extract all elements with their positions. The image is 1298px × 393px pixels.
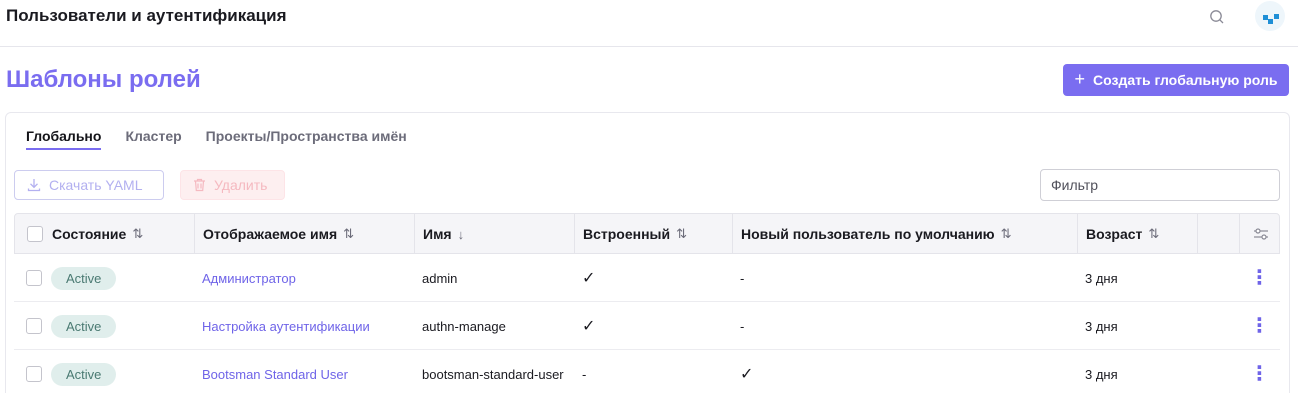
row-checkbox[interactable]	[26, 318, 42, 334]
search-icon[interactable]	[1208, 8, 1226, 26]
sort-icon: ⇅	[676, 226, 688, 241]
row-checkbox[interactable]	[26, 270, 42, 286]
avatar[interactable]	[1255, 1, 1285, 31]
age-cell: 3 дня	[1085, 366, 1118, 382]
tab-cluster[interactable]: Кластер	[125, 128, 181, 150]
status-badge: Active	[51, 362, 117, 386]
col-name[interactable]: Имя ↓	[415, 214, 575, 254]
state-cell: Active	[14, 254, 117, 302]
name-cell: admin	[422, 270, 458, 286]
download-icon	[27, 179, 41, 192]
app-title: Пользователи и аутентификация	[6, 6, 287, 25]
default-user-cell: -	[740, 270, 745, 286]
table-header: Состояние ⇅ Отображаемое имя ⇅ Имя ↓ Вст…	[14, 213, 1280, 254]
col-actions	[1198, 214, 1240, 254]
table-row[interactable]: Active Bootsman Standard User bootsman-s…	[14, 350, 1280, 393]
default-user-cell: ✓	[740, 366, 754, 383]
column-settings[interactable]	[1240, 214, 1281, 254]
plus-icon: +	[1074, 69, 1086, 89]
col-new-user-default[interactable]: Новый пользователь по умолчанию ⇅	[733, 214, 1078, 254]
kebab-menu-icon[interactable]: ⋮	[1239, 302, 1280, 350]
kebab-menu-icon[interactable]: ⋮	[1239, 350, 1280, 393]
col-age[interactable]: Возраст ⇅	[1078, 214, 1198, 254]
create-button-label: Создать глобальную роль	[1093, 72, 1278, 88]
col-age-label: Возраст	[1086, 226, 1143, 242]
download-yaml-button[interactable]: Скачать YAML	[14, 170, 164, 200]
age-cell: 3 дня	[1085, 318, 1118, 334]
display-name-link[interactable]: Настройка аутентификации	[194, 302, 370, 350]
select-all-checkbox[interactable]	[27, 226, 43, 242]
col-builtin-label: Встроенный	[583, 226, 671, 242]
tab-bar: Глобально Кластер Проекты/Пространства и…	[26, 128, 407, 150]
col-name-label: Имя	[423, 226, 452, 242]
builtin-cell: ✓	[582, 318, 596, 335]
state-cell: Active	[14, 350, 117, 393]
display-name-link[interactable]: Администратор	[194, 254, 296, 302]
col-state-label: Состояние	[52, 226, 127, 242]
name-cell: bootsman-standard-user	[422, 366, 564, 382]
age-cell: 3 дня	[1085, 270, 1118, 286]
sort-icon: ⇅	[343, 226, 355, 241]
tab-global[interactable]: Глобально	[26, 128, 102, 150]
name-cell: authn-manage	[422, 318, 506, 334]
col-builtin[interactable]: Встроенный ⇅	[575, 214, 733, 254]
col-display-name[interactable]: Отображаемое имя ⇅	[195, 214, 415, 254]
status-badge: Active	[51, 314, 117, 338]
col-display-name-label: Отображаемое имя	[203, 226, 338, 242]
sort-icon: ⇅	[132, 226, 144, 241]
sort-desc-icon: ↓	[457, 226, 465, 242]
page-title: Шаблоны ролей	[6, 66, 201, 93]
filter-input[interactable]	[1040, 169, 1280, 201]
col-new-user-default-label: Новый пользователь по умолчанию	[741, 226, 995, 242]
delete-label: Удалить	[214, 177, 268, 193]
col-state[interactable]: Состояние ⇅	[15, 214, 195, 254]
default-user-cell: -	[740, 318, 745, 334]
download-label: Скачать YAML	[49, 177, 143, 193]
tab-projects[interactable]: Проекты/Пространства имён	[206, 128, 407, 150]
table-row[interactable]: Active Администратор admin ✓ - 3 дня ⋮	[14, 254, 1280, 302]
sort-icon: ⇅	[1000, 226, 1012, 241]
builtin-cell: -	[582, 366, 587, 382]
create-global-role-button[interactable]: + Создать глобальную роль	[1063, 64, 1289, 96]
row-checkbox[interactable]	[26, 366, 42, 382]
builtin-cell: ✓	[582, 270, 596, 287]
kebab-menu-icon[interactable]: ⋮	[1239, 254, 1280, 302]
roles-table: Состояние ⇅ Отображаемое имя ⇅ Имя ↓ Вст…	[14, 213, 1280, 393]
trash-icon	[194, 178, 205, 192]
delete-button[interactable]: Удалить	[180, 170, 285, 200]
sort-icon: ⇅	[1148, 226, 1160, 241]
table-row[interactable]: Active Настройка аутентификации authn-ma…	[14, 302, 1280, 350]
display-name-link[interactable]: Bootsman Standard User	[194, 350, 348, 393]
status-badge: Active	[51, 266, 117, 290]
sliders-icon	[1253, 228, 1268, 240]
state-cell: Active	[14, 302, 117, 350]
top-bar: Пользователи и аутентификация	[0, 0, 1298, 47]
